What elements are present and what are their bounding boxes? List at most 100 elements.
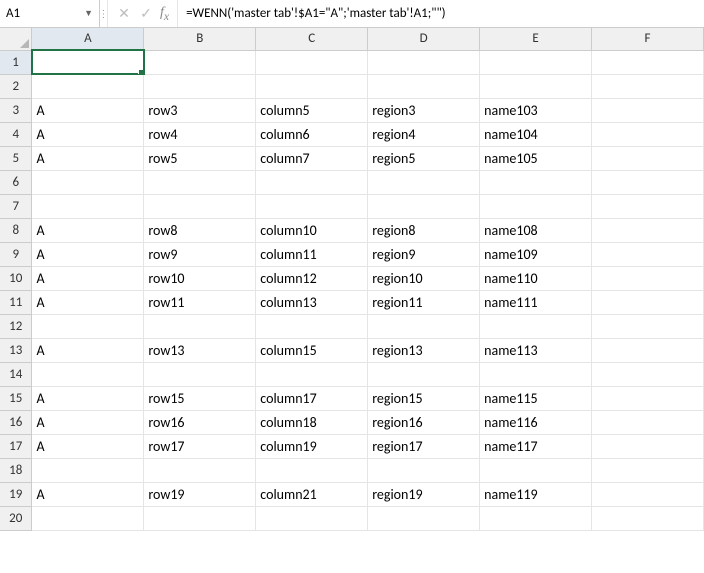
row-header-5[interactable]: 5	[0, 146, 32, 170]
cell-F13[interactable]	[592, 338, 704, 362]
cell-B13[interactable]: row13	[144, 338, 256, 362]
cell-B7[interactable]	[144, 194, 256, 218]
cell-C19[interactable]: column21	[256, 482, 368, 506]
cell-E11[interactable]: name111	[480, 290, 592, 314]
cell-A2[interactable]	[32, 74, 144, 98]
cell-B15[interactable]: row15	[144, 386, 256, 410]
cell-C20[interactable]	[256, 506, 368, 530]
cell-A13[interactable]: A	[32, 338, 144, 362]
cell-F14[interactable]	[592, 362, 704, 386]
cell-B14[interactable]	[144, 362, 256, 386]
cell-F4[interactable]	[592, 122, 704, 146]
cell-B16[interactable]: row16	[144, 410, 256, 434]
cell-F15[interactable]	[592, 386, 704, 410]
column-header-E[interactable]: E	[480, 28, 592, 50]
cell-F10[interactable]	[592, 266, 704, 290]
cell-A9[interactable]: A	[32, 242, 144, 266]
column-header-F[interactable]: F	[592, 28, 704, 50]
row-header-15[interactable]: 15	[0, 386, 32, 410]
cell-C13[interactable]: column15	[256, 338, 368, 362]
cell-C12[interactable]	[256, 314, 368, 338]
cell-F6[interactable]	[592, 170, 704, 194]
cell-C17[interactable]: column19	[256, 434, 368, 458]
cell-D9[interactable]: region9	[368, 242, 480, 266]
cell-E20[interactable]	[480, 506, 592, 530]
cell-D14[interactable]	[368, 362, 480, 386]
cell-E10[interactable]: name110	[480, 266, 592, 290]
cell-E18[interactable]	[480, 458, 592, 482]
cell-D16[interactable]: region16	[368, 410, 480, 434]
cell-A12[interactable]	[32, 314, 144, 338]
cell-B20[interactable]	[144, 506, 256, 530]
cell-C6[interactable]	[256, 170, 368, 194]
cell-A7[interactable]	[32, 194, 144, 218]
cell-D3[interactable]: region3	[368, 98, 480, 122]
cell-D1[interactable]	[368, 50, 480, 74]
cell-A20[interactable]	[32, 506, 144, 530]
cell-B5[interactable]: row5	[144, 146, 256, 170]
row-header-13[interactable]: 13	[0, 338, 32, 362]
cell-C16[interactable]: column18	[256, 410, 368, 434]
cell-A6[interactable]	[32, 170, 144, 194]
cell-C9[interactable]: column11	[256, 242, 368, 266]
cell-C15[interactable]: column17	[256, 386, 368, 410]
cell-F8[interactable]	[592, 218, 704, 242]
row-header-20[interactable]: 20	[0, 506, 32, 530]
cell-D19[interactable]: region19	[368, 482, 480, 506]
cell-C4[interactable]: column6	[256, 122, 368, 146]
cell-C2[interactable]	[256, 74, 368, 98]
row-header-12[interactable]: 12	[0, 314, 32, 338]
cell-E1[interactable]	[480, 50, 592, 74]
cell-C1[interactable]	[256, 50, 368, 74]
row-header-3[interactable]: 3	[0, 98, 32, 122]
cell-F11[interactable]	[592, 290, 704, 314]
cell-D10[interactable]: region10	[368, 266, 480, 290]
row-header-16[interactable]: 16	[0, 410, 32, 434]
cell-F9[interactable]	[592, 242, 704, 266]
cell-A8[interactable]: A	[32, 218, 144, 242]
row-header-14[interactable]: 14	[0, 362, 32, 386]
cell-D8[interactable]: region8	[368, 218, 480, 242]
cell-D4[interactable]: region4	[368, 122, 480, 146]
cell-D11[interactable]: region11	[368, 290, 480, 314]
cell-D2[interactable]	[368, 74, 480, 98]
cell-B11[interactable]: row11	[144, 290, 256, 314]
cell-E17[interactable]: name117	[480, 434, 592, 458]
row-header-2[interactable]: 2	[0, 74, 32, 98]
cell-C14[interactable]	[256, 362, 368, 386]
cell-F7[interactable]	[592, 194, 704, 218]
cell-A5[interactable]: A	[32, 146, 144, 170]
cell-E9[interactable]: name109	[480, 242, 592, 266]
cell-D13[interactable]: region13	[368, 338, 480, 362]
column-header-C[interactable]: C	[256, 28, 368, 50]
cell-B6[interactable]	[144, 170, 256, 194]
cell-F5[interactable]	[592, 146, 704, 170]
cell-D17[interactable]: region17	[368, 434, 480, 458]
cell-A19[interactable]: A	[32, 482, 144, 506]
cell-D18[interactable]	[368, 458, 480, 482]
cell-E6[interactable]	[480, 170, 592, 194]
column-header-A[interactable]: A	[32, 28, 144, 50]
name-box[interactable]: A1 ▼	[0, 0, 100, 27]
column-header-B[interactable]: B	[144, 28, 256, 50]
row-header-10[interactable]: 10	[0, 266, 32, 290]
cell-C10[interactable]: column12	[256, 266, 368, 290]
cell-B9[interactable]: row9	[144, 242, 256, 266]
cell-D12[interactable]	[368, 314, 480, 338]
cell-E4[interactable]: name104	[480, 122, 592, 146]
cell-A11[interactable]: A	[32, 290, 144, 314]
cell-D7[interactable]	[368, 194, 480, 218]
cell-C11[interactable]: column13	[256, 290, 368, 314]
cell-E12[interactable]	[480, 314, 592, 338]
row-header-11[interactable]: 11	[0, 290, 32, 314]
row-header-18[interactable]: 18	[0, 458, 32, 482]
row-header-8[interactable]: 8	[0, 218, 32, 242]
cell-F12[interactable]	[592, 314, 704, 338]
row-header-9[interactable]: 9	[0, 242, 32, 266]
select-all-corner[interactable]	[0, 28, 32, 50]
cell-F19[interactable]	[592, 482, 704, 506]
cell-E13[interactable]: name113	[480, 338, 592, 362]
cell-B19[interactable]: row19	[144, 482, 256, 506]
cell-E5[interactable]: name105	[480, 146, 592, 170]
cell-A15[interactable]: A	[32, 386, 144, 410]
